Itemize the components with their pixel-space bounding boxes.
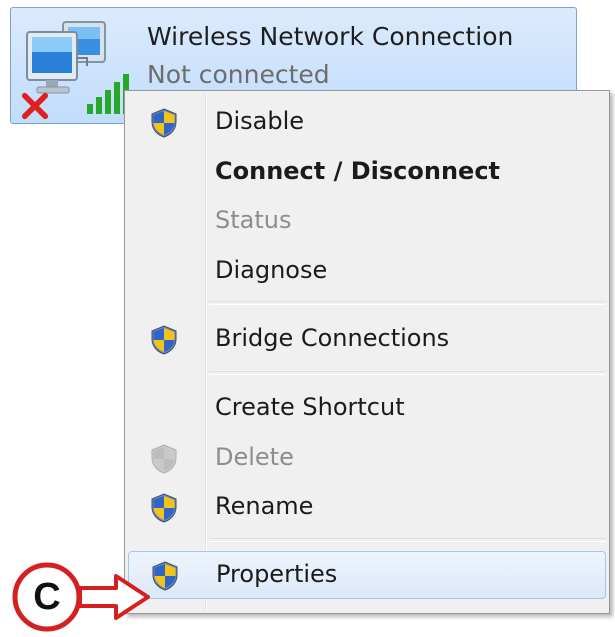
menu-item-label: Rename xyxy=(215,492,314,520)
menu-item-create-shortcut[interactable]: Create Shortcut xyxy=(128,385,606,431)
uac-shield-disabled-icon xyxy=(151,444,177,474)
screenshot-page: Wireless Network Connection Not connecte… xyxy=(0,0,615,637)
menu-separator xyxy=(209,371,606,375)
menu-item-label: Disable xyxy=(215,107,305,135)
menu-item-label: Diagnose xyxy=(215,256,328,284)
red-x-icon xyxy=(21,92,49,120)
menu-item-label: Delete xyxy=(215,443,294,471)
menu-separator xyxy=(209,538,606,542)
menu-item-label: Create Shortcut xyxy=(215,393,405,421)
connection-name: Wireless Network Connection xyxy=(147,22,514,51)
menu-item-label: Status xyxy=(215,206,292,234)
uac-shield-icon xyxy=(151,493,177,523)
menu-item-label: Properties xyxy=(216,560,338,588)
menu-item-rename[interactable]: Rename xyxy=(128,484,606,530)
uac-shield-icon xyxy=(151,325,177,355)
menu-item-diagnose[interactable]: Diagnose xyxy=(128,248,606,294)
context-menu: Disable Connect / Disconnect Status Diag… xyxy=(124,90,610,614)
menu-item-bridge-connections[interactable]: Bridge Connections xyxy=(128,316,606,362)
menu-item-delete: Delete xyxy=(128,435,606,481)
menu-item-label: Connect / Disconnect xyxy=(215,157,501,185)
menu-separator xyxy=(209,301,606,305)
menu-item-connect-disconnect[interactable]: Connect / Disconnect xyxy=(128,149,606,195)
uac-shield-icon xyxy=(151,108,177,138)
callout-letter: C xyxy=(33,576,61,618)
menu-item-properties[interactable]: Properties xyxy=(128,551,606,599)
menu-item-status: Status xyxy=(128,198,606,244)
menu-item-label: Bridge Connections xyxy=(215,324,450,352)
menu-item-disable[interactable]: Disable xyxy=(128,99,606,145)
connection-status: Not connected xyxy=(147,60,330,89)
